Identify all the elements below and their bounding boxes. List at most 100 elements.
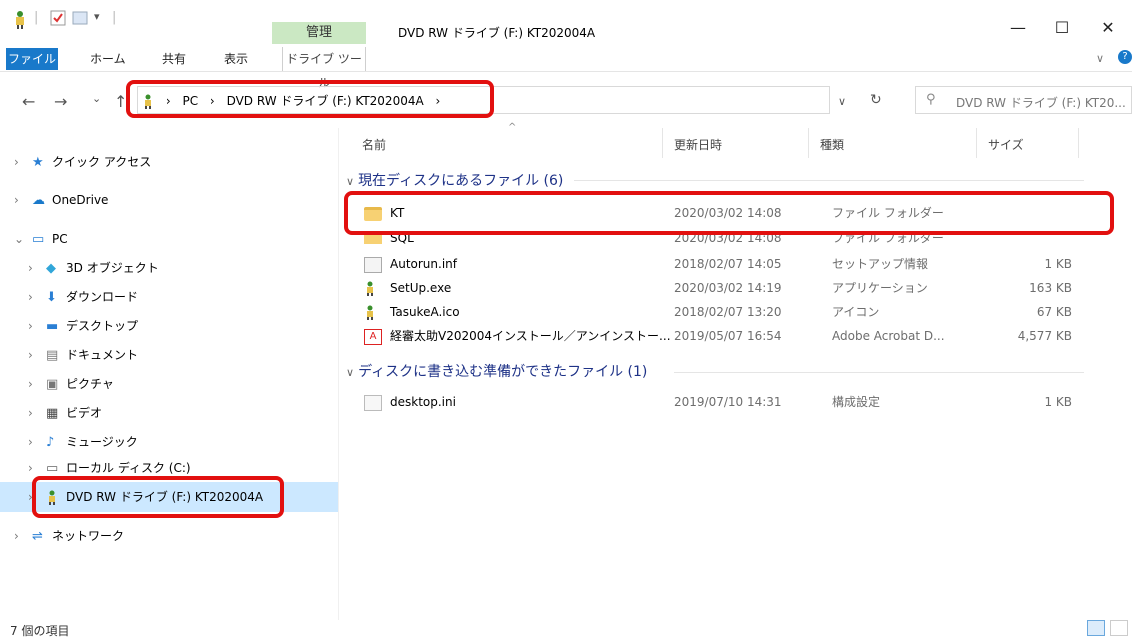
column-separator[interactable] <box>808 128 809 158</box>
file-date: 2020/03/02 14:19 <box>674 281 782 295</box>
file-date: 2018/02/07 13:20 <box>674 305 782 319</box>
network-icon: ⇌ <box>32 529 43 544</box>
file-type: アイコン <box>832 305 880 319</box>
file-size: 1 KB <box>1044 257 1072 271</box>
picture-icon: ▣ <box>46 377 59 392</box>
chevron-down-icon[interactable]: ⌄ <box>14 227 32 251</box>
help-icon[interactable]: ? <box>1118 50 1132 64</box>
nav-item-pictures[interactable]: › ▣ ピクチャ <box>28 372 114 396</box>
file-row[interactable]: Autorun.inf 2018/02/07 14:05 セットアップ情報 1 … <box>358 252 1088 276</box>
file-name: desktop.ini <box>390 395 456 409</box>
manage-tab[interactable]: 管理 <box>272 22 366 44</box>
column-header-size[interactable]: サイズ <box>988 134 1024 156</box>
tab-drive-tools[interactable]: ドライブ ツール <box>282 47 366 90</box>
file-row[interactable]: A 経審太助V202004インストール／アンインストー... 2019/05/07… <box>358 324 1088 348</box>
column-separator[interactable] <box>1078 128 1079 158</box>
tab-home[interactable]: ホーム <box>90 48 126 70</box>
nav-item-label: クイック アクセス <box>52 155 152 169</box>
column-separator[interactable] <box>662 128 663 158</box>
pane-divider[interactable] <box>338 128 339 620</box>
nav-item-label: ビデオ <box>66 406 103 420</box>
nav-item-desktop[interactable]: › ▬ デスクトップ <box>28 314 138 338</box>
maximize-button[interactable]: ☐ <box>1042 18 1082 37</box>
chevron-right-icon[interactable]: › <box>14 524 32 548</box>
config-file-icon <box>364 394 382 411</box>
group-title: ディスクに書き込む準備ができたファイル (1) <box>358 364 648 380</box>
minimize-button[interactable]: — <box>998 18 1038 37</box>
tab-share[interactable]: 共有 <box>162 48 186 70</box>
large-icons-view-icon[interactable] <box>1110 620 1128 636</box>
highlight-nav-dvd <box>32 476 284 518</box>
group-divider <box>674 372 1084 373</box>
customize-toolbar-icon[interactable]: ▾ <box>94 10 100 30</box>
group-header-current-files[interactable]: ∨ 現在ディスクにあるファイル (6) <box>346 170 563 190</box>
download-icon: ⬇ <box>46 290 57 305</box>
chevron-down-icon: ∨ <box>346 175 355 188</box>
app-icon[interactable] <box>12 10 28 30</box>
properties-icon[interactable] <box>50 10 66 30</box>
chevron-right-icon[interactable]: › <box>28 430 46 454</box>
file-row[interactable]: TasukeA.ico 2018/02/07 13:20 アイコン 67 KB <box>358 300 1088 324</box>
file-row[interactable]: desktop.ini 2019/07/10 14:31 構成設定 1 KB <box>358 390 1088 414</box>
nav-item-videos[interactable]: › ▦ ビデオ <box>28 401 102 425</box>
chevron-right-icon[interactable]: › <box>28 401 46 425</box>
nav-item-label: ローカル ディスク (C:) <box>66 461 191 475</box>
column-separator[interactable] <box>976 128 977 158</box>
file-row[interactable]: SetUp.exe 2020/03/02 14:19 アプリケーション 163 … <box>358 276 1088 300</box>
nav-item-label: ネットワーク <box>52 529 125 543</box>
file-name: SetUp.exe <box>390 281 452 295</box>
nav-item-documents[interactable]: › ▤ ドキュメント <box>28 343 138 367</box>
tab-file[interactable]: ファイル <box>6 48 58 70</box>
file-type: アプリケーション <box>832 281 928 295</box>
file-date: 2019/07/10 14:31 <box>674 395 782 409</box>
toolbar-divider: | <box>34 10 39 25</box>
file-name: Autorun.inf <box>390 257 457 271</box>
item-count: 7 個の項目 <box>10 624 70 637</box>
chevron-right-icon[interactable]: › <box>14 150 32 174</box>
chevron-right-icon[interactable]: › <box>28 256 46 280</box>
recent-locations-icon[interactable]: ⌄ <box>92 92 101 105</box>
chevron-right-icon[interactable]: › <box>14 188 32 212</box>
forward-button[interactable]: → <box>54 92 67 111</box>
cloud-icon: ☁ <box>32 193 45 208</box>
nav-item-network[interactable]: › ⇌ ネットワーク <box>14 524 124 548</box>
nav-item-label: ピクチャ <box>66 377 114 391</box>
refresh-icon[interactable]: ↻ <box>870 92 882 108</box>
file-date: 2019/05/07 16:54 <box>674 329 782 343</box>
nav-item-3d-objects[interactable]: › ◆ 3D オブジェクト <box>28 256 159 280</box>
group-divider <box>574 180 1084 181</box>
address-dropdown-icon[interactable]: ∨ <box>838 95 846 108</box>
sort-ascending-icon: ^ <box>508 122 517 133</box>
nav-item-onedrive[interactable]: › ☁ OneDrive <box>14 188 108 212</box>
column-header-date[interactable]: 更新日時 <box>674 134 722 156</box>
ico-file-icon <box>364 305 382 321</box>
details-view-icon[interactable] <box>1087 620 1105 636</box>
group-header-ready-to-burn[interactable]: ∨ ディスクに書き込む準備ができたファイル (1) <box>346 361 647 381</box>
cube-icon: ◆ <box>46 261 56 276</box>
column-header-type[interactable]: 種類 <box>820 134 844 156</box>
nav-item-downloads[interactable]: › ⬇ ダウンロード <box>28 285 138 309</box>
tab-view[interactable]: 表示 <box>224 48 248 70</box>
chevron-right-icon[interactable]: › <box>28 343 46 367</box>
close-button[interactable]: ✕ <box>1088 18 1128 37</box>
toolbar-divider: | <box>112 10 117 25</box>
search-icon: ⚲ <box>926 92 936 107</box>
search-placeholder: DVD RW ドライブ (F:) KT20... <box>956 96 1126 110</box>
nav-item-quick-access[interactable]: › ★ クイック アクセス <box>14 150 151 174</box>
file-date: 2018/02/07 14:05 <box>674 257 782 271</box>
explorer-window: | ▾ | 管理 DVD RW ドライブ (F:) KT202004A — ☐ … <box>0 0 1132 637</box>
column-header-name[interactable]: 名前 <box>362 134 386 156</box>
nav-item-music[interactable]: › ♪ ミュージック <box>28 430 138 454</box>
star-icon: ★ <box>32 155 44 170</box>
back-button[interactable]: ← <box>22 92 35 111</box>
chevron-right-icon[interactable]: › <box>28 285 46 309</box>
chevron-right-icon[interactable]: › <box>28 372 46 396</box>
app-icon <box>364 281 382 297</box>
expand-ribbon-icon[interactable]: ∨ <box>1096 52 1104 65</box>
new-folder-icon[interactable] <box>72 10 88 30</box>
video-icon: ▦ <box>46 406 59 421</box>
nav-item-pc[interactable]: ⌄ ▭ PC <box>14 227 68 251</box>
highlight-address <box>126 80 494 118</box>
group-title: 現在ディスクにあるファイル (6) <box>358 173 564 189</box>
chevron-right-icon[interactable]: › <box>28 314 46 338</box>
